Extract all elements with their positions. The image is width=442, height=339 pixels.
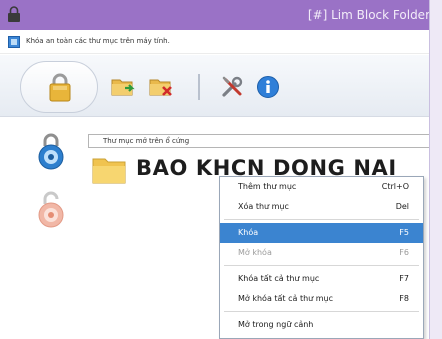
menu-item-remove-folder[interactable]: Xóa thư mục Del: [220, 197, 423, 217]
menu-item-lock[interactable]: Khóa F5: [220, 223, 423, 243]
toolbar: [0, 55, 429, 117]
menu-separator: [224, 311, 419, 312]
folder-add-icon[interactable]: [110, 75, 136, 99]
title-bar[interactable]: [#] Lim Block Folder: [0, 0, 430, 30]
window-title: [#] Lim Block Folder: [307, 8, 430, 22]
subtitle-text: Khóa an toàn các thư mục trên máy tính.: [26, 37, 170, 45]
toolbar-separator: [198, 74, 200, 100]
menu-separator: [224, 265, 419, 266]
unlocked-folders-icon[interactable]: [37, 190, 65, 228]
menu-item-add-folder[interactable]: Thêm thư mục Ctrl+O: [220, 177, 423, 197]
folder-path-field[interactable]: Thư mục mở trên ổ cứng: [88, 134, 429, 148]
lock-button[interactable]: [20, 61, 98, 113]
lock-icon: [49, 73, 71, 102]
subtitle-bar: Khóa an toàn các thư mục trên máy tính.: [0, 30, 429, 54]
tools-icon[interactable]: [220, 75, 246, 99]
padlock-icon: [8, 6, 20, 22]
app-logo-icon: [8, 36, 20, 48]
app-window: [#] Lim Block Folder Khóa an toàn các th…: [0, 0, 430, 339]
menu-separator: [224, 219, 419, 220]
menu-item-unlock: Mở khóa F6: [238, 248, 409, 257]
menu-item-unlock-all[interactable]: Mở khóa tất cả thư mục F8: [220, 289, 423, 309]
locked-folders-icon[interactable]: [37, 132, 65, 170]
folder-remove-icon[interactable]: [148, 75, 174, 99]
info-icon[interactable]: [256, 75, 282, 99]
folder-icon: [92, 158, 126, 184]
context-menu: Thêm thư mục Ctrl+O Xóa thư mục Del Khóa…: [219, 176, 424, 339]
menu-item-lock-all[interactable]: Khóa tất cả thư mục F7: [220, 269, 423, 289]
menu-item-open-in-context[interactable]: Mở trong ngữ cảnh: [220, 315, 423, 335]
